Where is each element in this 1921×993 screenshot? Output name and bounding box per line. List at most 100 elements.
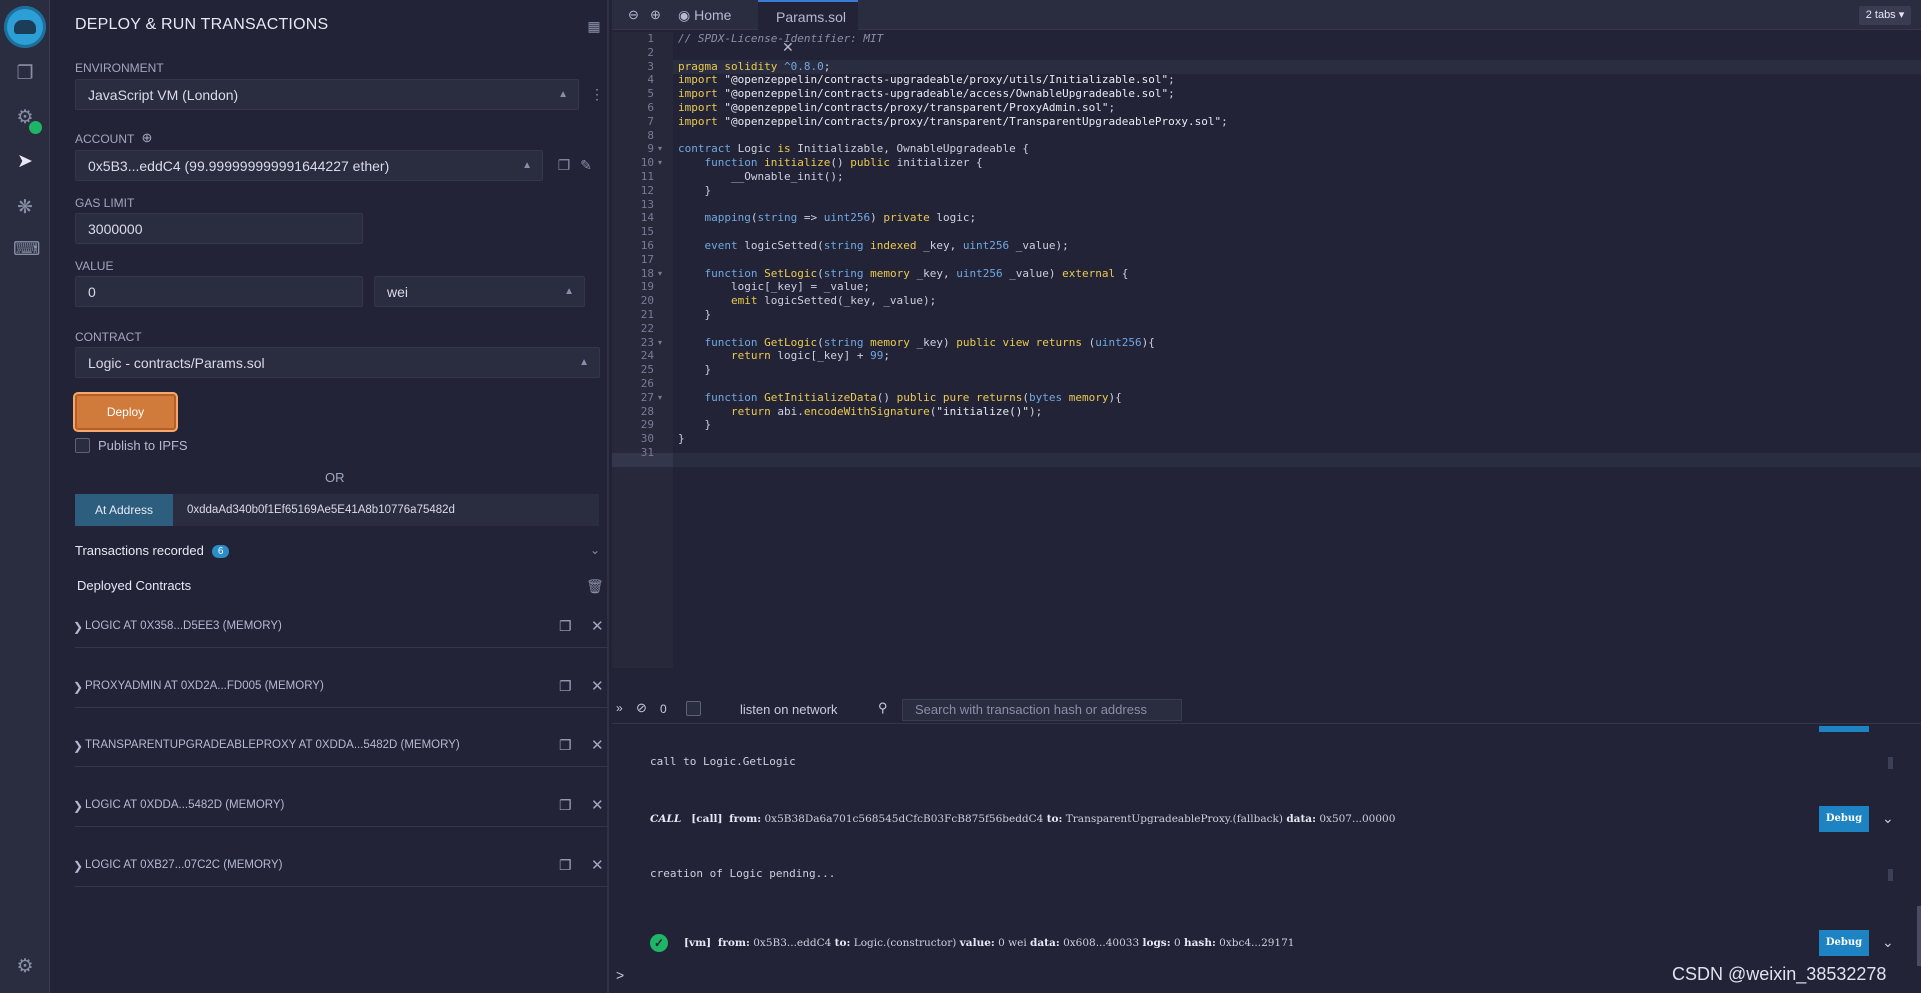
contract-select[interactable]: Logic - contracts/Params.sol ▲ bbox=[75, 347, 600, 378]
close-icon[interactable]: ✕ bbox=[591, 617, 604, 635]
log-from-value: 0x5B38Da6a701c568545dCfcB03FcB875f56bedd… bbox=[764, 813, 1044, 825]
close-icon[interactable]: ✕ bbox=[591, 736, 604, 754]
transactions-recorded[interactable]: Transactions recorded 6 bbox=[75, 543, 230, 558]
line-number: 16 bbox=[640, 239, 654, 252]
log-from-label: from: bbox=[717, 937, 750, 949]
deployed-contract-item[interactable]: ❯ LOGIC AT 0XB27...07C2C (MEMORY) ❐ ✕ bbox=[73, 837, 609, 887]
zoom-out-icon[interactable]: ⊖ bbox=[628, 0, 639, 30]
chevron-down-icon[interactable]: ⌄ bbox=[1882, 934, 1894, 951]
publish-ipfs-label: Publish to IPFS bbox=[98, 438, 188, 453]
debugger-icon[interactable]: ❋ bbox=[13, 196, 37, 220]
line-number: 19 bbox=[640, 280, 654, 294]
close-icon[interactable]: ✕ bbox=[591, 856, 604, 874]
add-account-icon[interactable]: ⊕ bbox=[139, 130, 155, 146]
account-select[interactable]: 0x5B3...eddC4 (99.999999999991644227 eth… bbox=[75, 150, 543, 181]
docs-icon[interactable]: ▦ bbox=[586, 18, 602, 35]
chevron-right-icon[interactable]: ❯ bbox=[73, 799, 83, 813]
copy-icon[interactable]: ❐ bbox=[559, 678, 572, 695]
debug-button-partial[interactable] bbox=[1819, 726, 1869, 732]
debug-button[interactable]: Debug bbox=[1819, 806, 1869, 832]
chevron-right-icon[interactable]: ❯ bbox=[73, 739, 83, 753]
value-unit-select[interactable]: wei ▲ bbox=[374, 276, 585, 307]
settings-icon[interactable]: ⚙ bbox=[13, 955, 37, 979]
pending-count: 0 bbox=[660, 702, 667, 716]
close-icon[interactable]: ✕ bbox=[591, 796, 604, 814]
terminal-prompt[interactable]: > bbox=[616, 967, 624, 983]
fold-arrow-icon[interactable]: ▾ bbox=[658, 269, 662, 278]
debug-button[interactable]: Debug bbox=[1819, 930, 1869, 956]
collapse-terminal-icon[interactable]: » bbox=[616, 701, 623, 715]
log-creation-pending: creation of Logic pending... bbox=[650, 867, 836, 880]
chevron-right-icon[interactable]: ❯ bbox=[73, 680, 83, 694]
line-number: 25 bbox=[640, 363, 654, 377]
log-to-value: Logic.(constructor) bbox=[853, 937, 957, 949]
deploy-button[interactable]: Deploy bbox=[75, 394, 176, 430]
info-icon[interactable]: ⋮ bbox=[589, 86, 605, 103]
chevron-down-icon[interactable]: ⌄ bbox=[1882, 810, 1894, 827]
log-from-label: from: bbox=[729, 813, 762, 825]
environment-select[interactable]: JavaScript VM (London) ▲ bbox=[75, 79, 579, 110]
chevron-right-icon[interactable]: ❯ bbox=[73, 859, 83, 873]
edit-icon[interactable]: ✎ bbox=[578, 157, 594, 174]
code-editor[interactable]: // SPDX-License-Identifier: MIT pragma s… bbox=[678, 32, 1228, 446]
line-number: 17 bbox=[640, 252, 654, 266]
log-hash-label: hash: bbox=[1183, 937, 1216, 949]
watermark: CSDN @weixin_38532278 bbox=[1672, 964, 1887, 984]
fold-arrow-icon[interactable]: ▾ bbox=[658, 338, 662, 347]
listen-network-checkbox[interactable] bbox=[686, 701, 701, 716]
chevron-down-icon[interactable]: ⌄ bbox=[587, 543, 603, 557]
fold-arrow-icon[interactable]: ▾ bbox=[658, 158, 662, 167]
deployed-contract-item[interactable]: ❯ LOGIC AT 0XDDA...5482D (MEMORY) ❐ ✕ bbox=[73, 777, 609, 827]
copy-icon[interactable]: ❐ bbox=[559, 797, 572, 814]
deployed-contract-item[interactable]: ❯ TRANSPARENTUPGRADEABLEPROXY AT 0XDDA...… bbox=[73, 717, 609, 767]
tab-params-sol[interactable]: Params.sol ✕ bbox=[758, 0, 858, 55]
publish-ipfs-checkbox[interactable] bbox=[75, 438, 90, 453]
line-number: 20 bbox=[640, 294, 654, 308]
tab-home[interactable]: ◉ Home bbox=[674, 0, 756, 30]
gas-limit-input[interactable]: 3000000 bbox=[75, 213, 363, 244]
file-explorer-icon[interactable]: ❐ bbox=[13, 62, 37, 86]
line-number: 8 bbox=[647, 128, 654, 142]
deploy-icon[interactable]: ➤ bbox=[13, 150, 37, 174]
line-number: 11 bbox=[640, 170, 654, 183]
log-logs-value: 0 bbox=[1173, 937, 1181, 949]
transaction-search-input[interactable]: Search with transaction hash or address bbox=[902, 699, 1182, 721]
tabs-count-dropdown[interactable]: 2 tabs ▾ bbox=[1859, 6, 1911, 25]
or-divider: OR bbox=[325, 470, 345, 485]
deployed-contracts-label: Deployed Contracts bbox=[77, 578, 192, 593]
fold-arrow-icon[interactable]: ▾ bbox=[658, 393, 662, 402]
deployed-contract-label: PROXYADMIN AT 0XD2A...FD005 (MEMORY) bbox=[85, 680, 324, 692]
line-number: 31 bbox=[640, 446, 654, 459]
trash-icon[interactable]: 🗑 bbox=[586, 578, 604, 595]
account-value: 0x5B3...eddC4 (99.999999999991644227 eth… bbox=[88, 158, 390, 174]
clear-console-icon[interactable]: ⊘ bbox=[636, 700, 647, 716]
deployed-contract-item[interactable]: ❯ PROXYADMIN AT 0XD2A...FD005 (MEMORY) ❐ ✕ bbox=[73, 658, 609, 708]
line-number: 23 bbox=[640, 335, 654, 349]
deployed-contract-label: LOGIC AT 0XDDA...5482D (MEMORY) bbox=[85, 799, 285, 811]
line-number: 13 bbox=[640, 197, 654, 211]
fold-arrow-icon[interactable]: ▾ bbox=[658, 144, 662, 153]
at-address-button[interactable]: At Address bbox=[75, 494, 173, 526]
log-data-label: data: bbox=[1286, 813, 1316, 825]
zoom-in-icon[interactable]: ⊕ bbox=[650, 0, 661, 30]
log-from-value: 0x5B3...eddC4 bbox=[753, 937, 832, 949]
copy-icon[interactable]: ❐ bbox=[559, 857, 572, 874]
log-vm-entry: [vm] from: 0x5B3...eddC4 to: Logic.(cons… bbox=[684, 937, 1294, 949]
at-address-input[interactable]: 0xddaAd340b0f1Ef65169Ae5E41A8b10776a7548… bbox=[173, 494, 599, 526]
line-number: 24 bbox=[640, 349, 654, 363]
close-icon[interactable]: ✕ bbox=[591, 677, 604, 695]
deployed-contract-label: LOGIC AT 0X358...D5EE3 (MEMORY) bbox=[85, 620, 282, 632]
deployed-contract-item[interactable]: ❯ LOGIC AT 0X358...D5EE3 (MEMORY) ❐ ✕ bbox=[73, 598, 609, 648]
value-input[interactable]: 0 bbox=[75, 276, 363, 307]
log-data-label: data: bbox=[1030, 937, 1060, 949]
gas-limit-label: GAS LIMIT bbox=[75, 196, 135, 210]
copy-icon[interactable]: ❐ bbox=[559, 618, 572, 635]
plugin-manager-icon[interactable]: ⌨ bbox=[13, 238, 40, 262]
terminal-scrollbar[interactable] bbox=[1917, 906, 1921, 966]
line-number: 28 bbox=[640, 404, 654, 418]
copy-icon[interactable]: ❐ bbox=[559, 737, 572, 754]
chevron-right-icon[interactable]: ❯ bbox=[73, 620, 83, 634]
remix-logo-icon[interactable] bbox=[4, 6, 46, 48]
log-vm-tag: [vm] bbox=[684, 937, 712, 949]
copy-account-icon[interactable]: ❐ bbox=[556, 157, 572, 174]
